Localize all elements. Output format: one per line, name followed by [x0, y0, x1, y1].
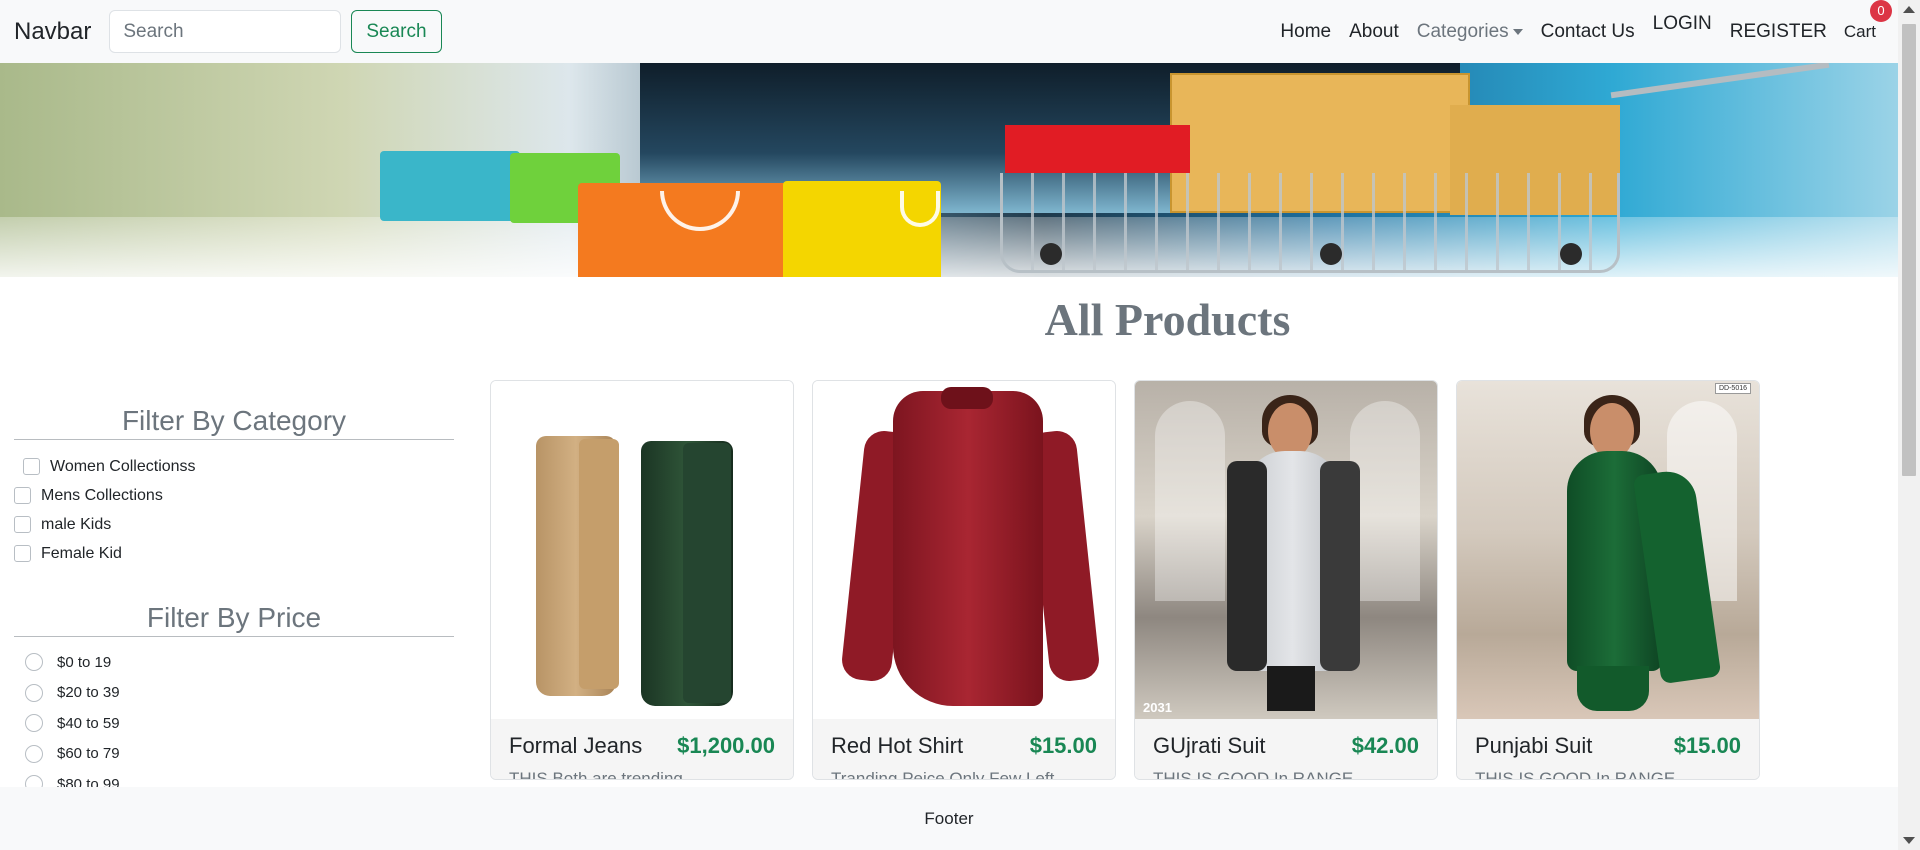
card-title-row: Formal Jeans $1,200.00 [509, 719, 775, 773]
jeans-image[interactable] [491, 381, 793, 719]
nav-login-link[interactable]: LOGIN [1644, 13, 1721, 35]
card-body: Formal Jeans $1,200.00 THIS Both are tre… [491, 719, 793, 780]
scroll-up-arrow-icon[interactable] [1903, 6, 1915, 13]
category-label: Mens Collections [41, 486, 163, 504]
product-name[interactable]: Punjabi Suit [1475, 733, 1592, 759]
nav-about-link[interactable]: About [1340, 21, 1408, 43]
category-checkbox-row[interactable]: Mens Collections [14, 481, 454, 510]
card-body: GUjrati Suit $42.00 THIS IS GOOD In RANG… [1135, 719, 1437, 780]
product-card[interactable]: DD-5016 Punjabi Suit $15.00 THIS IS GOOD… [1456, 380, 1760, 780]
vertical-scrollbar[interactable] [1898, 0, 1920, 850]
checkbox[interactable] [14, 516, 31, 533]
product-name[interactable]: GUjrati Suit [1153, 733, 1265, 759]
price-label: $40 to 59 [57, 714, 120, 732]
product-card[interactable]: Red Hot Shirt $15.00 Tranding Peice Only… [812, 380, 1116, 780]
caret-down-icon [1512, 28, 1523, 35]
card-body: Punjabi Suit $15.00 THIS IS GOOD In RANG… [1457, 719, 1759, 780]
cart-label: Cart [1843, 21, 1876, 41]
product-price: $1,200.00 [677, 733, 775, 758]
product-description: THIS IS GOOD In RANGE [1153, 769, 1354, 780]
price-label: $20 to 39 [57, 684, 120, 702]
scroll-down-arrow-icon[interactable] [1903, 837, 1915, 844]
card-title-row: Red Hot Shirt $15.00 [831, 719, 1097, 773]
card-title-row: Punjabi Suit $15.00 [1475, 719, 1741, 773]
shirt-image[interactable] [813, 381, 1115, 719]
product-name[interactable]: Red Hot Shirt [831, 733, 963, 759]
price-radio-row[interactable]: $60 to 79 [14, 739, 454, 770]
navbar-brand[interactable]: Navbar [14, 18, 91, 46]
nav-home-link[interactable]: Home [1271, 21, 1340, 43]
banner-cart-wheel [1320, 243, 1342, 265]
pant-shape [579, 439, 619, 689]
nav-contact-link[interactable]: Contact Us [1532, 21, 1644, 43]
price-label: $0 to 19 [57, 653, 112, 671]
product-price: $15.00 [1029, 733, 1097, 758]
banner-cart-wheel [1560, 243, 1582, 265]
product-name[interactable]: Formal Jeans [509, 733, 642, 759]
suit-image[interactable]: DD-5016 [1457, 381, 1759, 719]
model-legs-shape [1577, 666, 1649, 711]
cart-count-badge: 0 [1870, 0, 1892, 22]
dupatta-shape [1320, 461, 1360, 671]
model-legs-shape [1267, 666, 1315, 711]
cart-link[interactable]: Cart 0 [1843, 0, 1892, 42]
product-price: $15.00 [1673, 733, 1741, 758]
category-checkbox-row[interactable]: male Kids [14, 510, 454, 539]
arch-shape [1155, 401, 1225, 601]
pant-shape [683, 443, 731, 703]
nav-categories-dropdown[interactable]: Categories [1408, 21, 1532, 43]
hero-banner-image [0, 63, 1898, 277]
banner-box-shape [1005, 125, 1190, 173]
card-title-row: GUjrati Suit $42.00 [1153, 719, 1419, 773]
product-price: $42.00 [1351, 733, 1419, 758]
price-radio-row[interactable]: $20 to 39 [14, 678, 454, 709]
price-filter-heading: Filter By Price [14, 602, 454, 637]
image-tag-label: DD-5016 [1714, 383, 1751, 394]
footer-text: Footer [924, 808, 974, 828]
image-code-label: 2031 [1143, 700, 1172, 715]
product-description: Tranding Peice Only Few Left [831, 769, 1055, 780]
nav-categories-label: Categories [1416, 20, 1509, 42]
product-grid: Formal Jeans $1,200.00 THIS Both are tre… [490, 380, 1760, 780]
suit-image[interactable]: 2031 [1135, 381, 1437, 719]
dupatta-shape [1227, 461, 1267, 671]
checkbox[interactable] [14, 545, 31, 562]
card-body: Red Hot Shirt $15.00 Tranding Peice Only… [813, 719, 1115, 780]
page-title: All Products [1044, 294, 1291, 345]
category-checkbox-row[interactable]: Women Collectionss [14, 452, 454, 481]
radio[interactable] [25, 683, 43, 702]
radio[interactable] [25, 744, 43, 763]
shirt-body-shape [893, 391, 1043, 706]
search-button[interactable]: Search [351, 10, 442, 53]
category-label: Female Kid [41, 544, 122, 562]
category-checkbox-row[interactable]: Female Kid [14, 539, 454, 568]
banner-cart-handle [1610, 63, 1830, 99]
price-radio-row[interactable]: $0 to 19 [14, 647, 454, 678]
banner-cart-shape [1000, 173, 1620, 273]
footer: Footer [0, 787, 1898, 850]
nav-register-link[interactable]: REGISTER [1721, 21, 1836, 43]
banner-cart-wheel [1040, 243, 1062, 265]
product-description: THIS IS GOOD In RANGE [1475, 769, 1676, 780]
search-input[interactable] [109, 10, 342, 53]
category-label: male Kids [41, 515, 112, 533]
radio[interactable] [25, 653, 43, 672]
checkbox[interactable] [23, 458, 40, 475]
price-radio-row[interactable]: $40 to 59 [14, 708, 454, 739]
product-description: THIS Both are trending [509, 769, 683, 780]
nav-links: Home About Categories Contact Us LOGIN R… [1271, 0, 1892, 63]
product-card[interactable]: Formal Jeans $1,200.00 THIS Both are tre… [490, 380, 794, 780]
navbar: Navbar Search Home About Categories Cont… [0, 0, 1898, 63]
checkbox[interactable] [14, 487, 31, 504]
shirt-collar-shape [941, 387, 993, 409]
category-label: Women Collectionss [50, 457, 196, 475]
banner-bag-shape [380, 151, 520, 221]
filter-sidebar: Filter By Category Women Collectionss Me… [14, 405, 454, 800]
radio[interactable] [25, 714, 43, 733]
scrollbar-thumb[interactable] [1902, 24, 1916, 476]
price-label: $60 to 79 [57, 745, 120, 763]
arch-shape [1350, 401, 1420, 601]
category-filter-heading: Filter By Category [14, 405, 454, 440]
product-card[interactable]: 2031 GUjrati Suit $42.00 THIS IS GOOD In… [1134, 380, 1438, 780]
